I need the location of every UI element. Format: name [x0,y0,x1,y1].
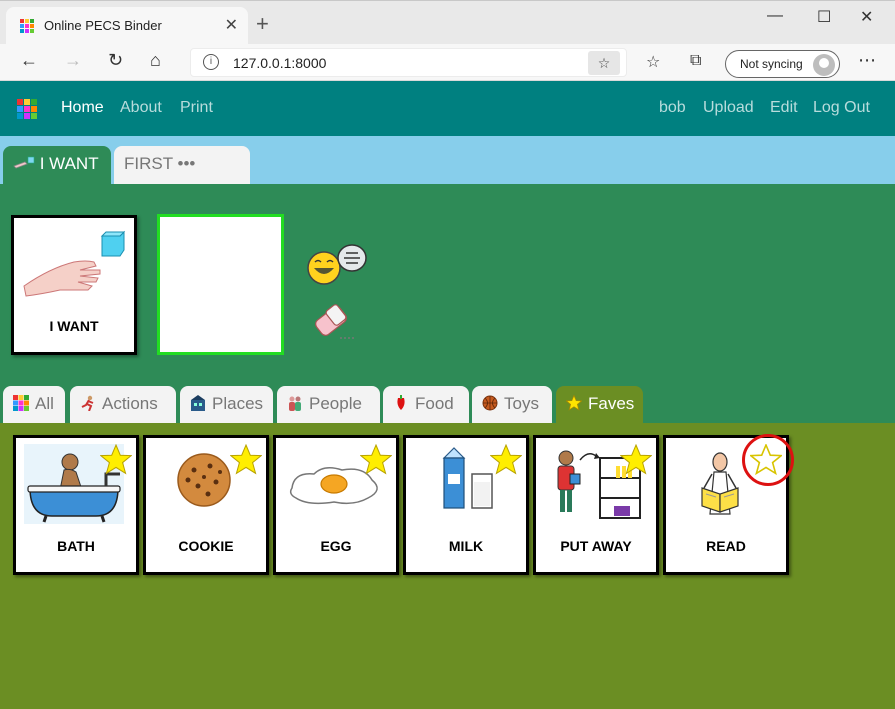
tab-toys-label: Toys [504,394,539,413]
hand-cube-icon [13,156,35,169]
running-person-icon [81,395,94,411]
card-label: PUT AWAY [560,538,632,554]
tab-i-want-label: I WANT [39,154,99,173]
app-favicon-icon [20,19,34,33]
nav-user-link[interactable]: bob [659,99,686,117]
address-bar-row: ← → ↻ ⌂ i 127.0.0.1:8000 ☆ ☆ ⧉ Not synci… [0,44,895,81]
tab-places-label: Places [212,394,264,413]
empty-sentence-slot[interactable] [157,214,284,355]
nav-home-link[interactable]: Home [61,99,104,117]
app-logo-icon[interactable] [17,99,37,119]
fave-star-filled-icon[interactable] [490,444,522,476]
home-button[interactable]: ⌂ [150,50,161,71]
browser-tab-bar: Online PECS Binder ✕ + — ☐ ✕ [0,0,895,45]
tab-i-want[interactable]: I WANT [3,146,111,184]
people-icon [289,396,301,411]
card-cookie[interactable]: COOKIE [143,435,269,575]
sync-label: Not syncing [740,57,803,71]
card-milk[interactable]: MILK [403,435,529,575]
collections-icon[interactable]: ⧉ [690,52,701,70]
url-text: 127.0.0.1:8000 [233,55,327,71]
card-bath[interactable]: BATH [13,435,139,575]
new-tab-button[interactable]: + [256,11,269,37]
tab-faves[interactable]: Faves [556,386,643,423]
building-icon [191,395,205,411]
fave-star-filled-icon[interactable] [100,444,132,476]
ball-icon [482,395,498,411]
tab-all-label: All [35,394,54,413]
close-tab-icon[interactable]: ✕ [225,15,238,35]
close-window-button[interactable]: ✕ [860,7,873,27]
pepper-icon [397,395,405,410]
forward-button[interactable]: → [64,50,82,71]
card-label: EGG [320,538,352,554]
favorites-icon[interactable]: ☆ [646,52,660,72]
app-navbar: Home About Print bob Upload Edit Log Out [0,81,895,136]
i-want-card[interactable]: I WANT [11,215,137,355]
site-info-icon[interactable]: i [203,54,219,70]
i-want-card-label: I WANT [49,318,99,334]
back-button[interactable]: ← [20,50,38,71]
profile-avatar-icon [813,54,835,76]
fave-star-filled-icon[interactable] [620,444,652,476]
card-label: MILK [448,538,484,554]
tab-food[interactable]: Food [383,386,469,423]
fave-star-filled-icon[interactable] [360,444,392,476]
more-menu-icon[interactable]: ⋯ [858,50,876,71]
address-input[interactable]: i 127.0.0.1:8000 ☆ [190,48,627,77]
nav-edit-link[interactable]: Edit [770,99,798,117]
star-icon [566,395,582,411]
tab-toys[interactable]: Toys [472,386,552,423]
highlight-circle [742,434,794,486]
nav-upload-link[interactable]: Upload [703,99,754,117]
hand-reaching-cube-image [23,230,126,297]
card-label: READ [706,538,746,554]
browser-tab[interactable]: Online PECS Binder ✕ [6,7,248,45]
tab-food-label: Food [415,394,454,413]
fave-star-filled-icon[interactable] [230,444,262,476]
card-label: COOKIE [178,538,234,554]
tab-actions[interactable]: Actions [70,386,176,423]
minimize-button[interactable]: — [767,7,783,25]
tab-places[interactable]: Places [180,386,273,423]
tab-actions-label: Actions [102,394,158,413]
tab-people-label: People [309,394,362,413]
tab-all[interactable]: All [3,386,65,423]
card-put-away[interactable]: PUT AWAY [533,435,659,575]
category-tab-bar: All Actions Places People Food Toys Fave… [0,386,895,423]
add-favorite-icon[interactable]: ☆ [588,51,620,75]
tab-first-then[interactable]: FIRST ••• THEN [114,146,250,209]
eraser-icon[interactable] [310,300,360,342]
card-label: BATH [57,538,95,554]
nav-logout-link[interactable]: Log Out [813,99,870,117]
strip-tab-bar: I WANT FIRST ••• THEN [0,136,895,209]
nav-about-link[interactable]: About [120,99,162,117]
tab-faves-label: Faves [588,394,635,413]
sync-profile-button[interactable]: Not syncing [725,50,840,78]
sentence-area: I WANT [0,184,895,387]
grid-icon [13,395,29,411]
card-egg[interactable]: EGG [273,435,399,575]
browser-tab-title: Online PECS Binder [44,18,162,33]
nav-print-link[interactable]: Print [180,99,213,117]
tab-people[interactable]: People [277,386,380,423]
maximize-button[interactable]: ☐ [817,7,831,27]
speak-icon[interactable] [306,242,368,286]
refresh-button[interactable]: ↻ [108,50,123,71]
